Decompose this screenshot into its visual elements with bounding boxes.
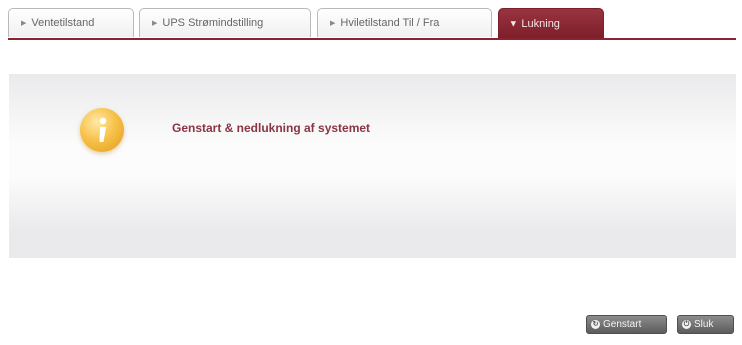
tab-label: Ventetilstand [31, 17, 95, 29]
info-icon [80, 108, 124, 152]
tab-label: Lukning [521, 17, 560, 30]
info-glyph-icon [99, 117, 107, 142]
panel-title: Genstart & nedlukning af systemet [172, 121, 371, 135]
restart-icon: ↻ [591, 320, 600, 329]
restart-button-label: Genstart [603, 319, 642, 330]
tab-label: Hviletilstand Til / Fra [340, 17, 440, 29]
power-icon: ⏻ [682, 320, 691, 329]
tab-ups-power-setting[interactable]: ▶ UPS Strømindstilling [139, 8, 311, 37]
tab-bar: ▶ Ventetilstand ▶ UPS Strømindstilling ▶… [8, 8, 736, 41]
shutdown-button-label: Sluk [694, 319, 714, 330]
tab-sleep-on-off[interactable]: ▶ Hviletilstand Til / Fra [317, 8, 492, 37]
tab-label: UPS Strømindstilling [162, 17, 264, 29]
chevron-right-icon: ▶ [21, 20, 27, 27]
shutdown-panel: Genstart & nedlukning af systemet [9, 74, 736, 258]
restart-button[interactable]: ↻ Genstart [586, 315, 667, 334]
chevron-right-icon: ▶ [330, 20, 336, 27]
shutdown-button[interactable]: ⏻ Sluk [677, 315, 734, 334]
chevron-down-icon: ▶ [509, 20, 517, 27]
chevron-right-icon: ▶ [152, 20, 158, 27]
tab-bar-underline [8, 38, 736, 40]
tab-shutdown[interactable]: ▶ Lukning [498, 8, 604, 38]
tab-standby[interactable]: ▶ Ventetilstand [8, 8, 134, 37]
